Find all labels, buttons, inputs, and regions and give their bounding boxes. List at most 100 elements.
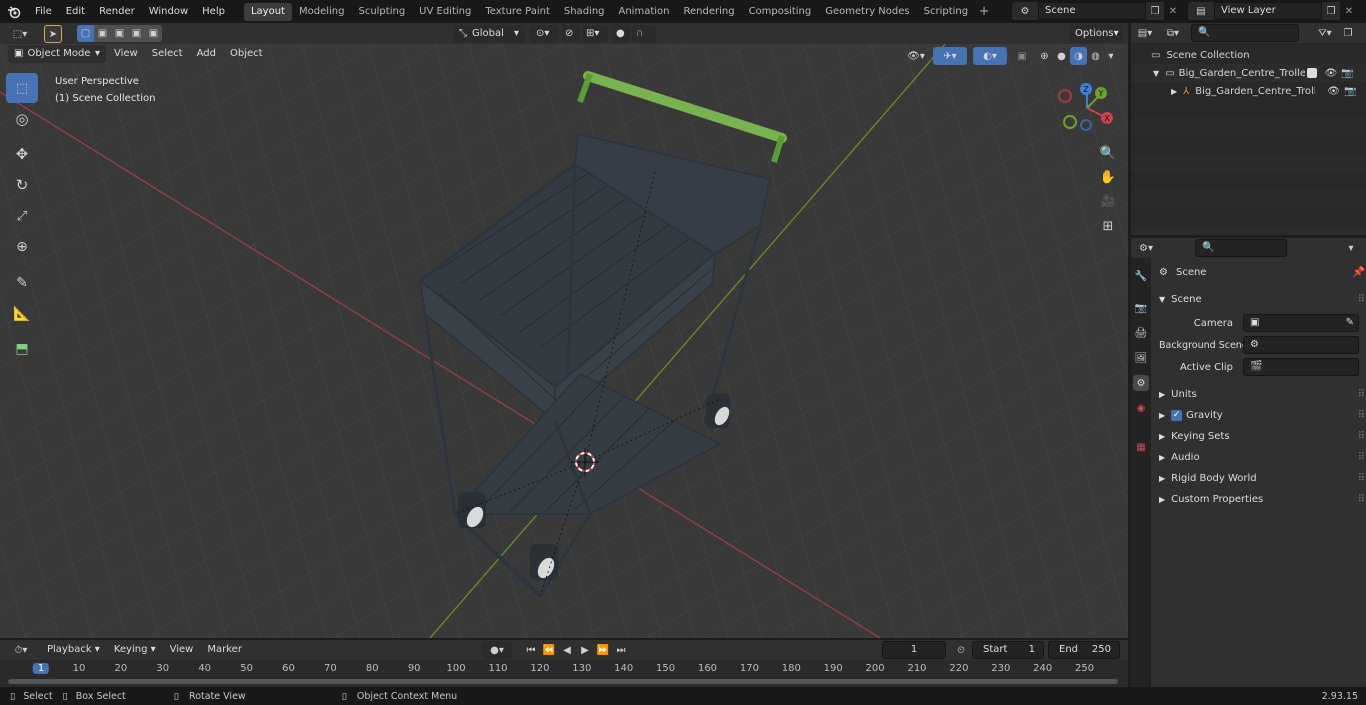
outliner-row-collection[interactable]: ▼ ▭ Big_Garden_Centre_Trolley_0 👁 📷	[1131, 64, 1366, 82]
texture-tab-icon[interactable]: ▦	[1133, 439, 1149, 455]
expand-down-icon[interactable]: ▼	[1153, 69, 1159, 78]
include-checkbox[interactable]	[1306, 68, 1317, 78]
timeline-editor-icon[interactable]: ⏱▾	[6, 641, 36, 659]
tab-uv-editing[interactable]: UV Editing	[412, 3, 478, 21]
menu-render[interactable]: Render	[92, 0, 142, 23]
eye-icon[interactable]: 👁	[1327, 86, 1340, 97]
new-collection-icon[interactable]: ❐	[1339, 24, 1357, 42]
view-layer-selector-icon[interactable]: ▤	[1188, 2, 1214, 20]
delete-scene-icon[interactable]: ✕	[1164, 2, 1182, 20]
tab-rendering[interactable]: Rendering	[676, 3, 741, 21]
view-layer-field[interactable]: View Layer	[1214, 2, 1322, 20]
outliner-editor-icon[interactable]: ▤▾	[1131, 24, 1159, 42]
tool-measure[interactable]: 📐	[6, 299, 38, 329]
wireframe-shading-icon[interactable]: ⊕	[1036, 47, 1053, 65]
expand-right-icon[interactable]: ▶	[1171, 87, 1177, 96]
mode-dropdown[interactable]: ▣ Object Mode ▾	[8, 45, 106, 63]
jump-keyframe-back-icon[interactable]: ⏪	[540, 641, 558, 659]
snap-target-dropdown[interactable]: ⊞▾	[582, 25, 608, 43]
tool-select-box[interactable]: ⬚	[6, 73, 38, 103]
tab-compositing[interactable]: Compositing	[742, 3, 819, 21]
gravity-checkbox[interactable]: ✓	[1171, 409, 1183, 421]
rigid-body-world-panel[interactable]: ▶ Rigid Body World ⠿	[1159, 468, 1365, 488]
select-invert-icon[interactable]: ▣	[128, 25, 145, 42]
blender-logo-icon[interactable]	[0, 0, 28, 23]
properties-search-input[interactable]: 🔍	[1195, 239, 1287, 257]
3d-viewport[interactable]: ⬚ ◎ ✥ ↻ ⤢ ⊕ ✎ 📐 ⬒ User Perspective (1) S…	[0, 44, 1128, 638]
jump-end-icon[interactable]: ⏭	[612, 641, 630, 659]
select-intersect-icon[interactable]: ▣	[145, 25, 162, 42]
filter-icon[interactable]: ⛛▾	[1311, 24, 1339, 42]
new-view-layer-icon[interactable]: ❐	[1322, 2, 1340, 20]
tab-geometry-nodes[interactable]: Geometry Nodes	[818, 3, 916, 21]
tool-rotate[interactable]: ↻	[6, 170, 38, 200]
outliner-row-object[interactable]: ▶ ⅄ Big_Garden_Centre_Trolli 👁 📷	[1131, 82, 1366, 100]
ortho-toggle-icon[interactable]: ⊞	[1097, 215, 1119, 237]
new-scene-icon[interactable]: ❐	[1146, 2, 1164, 20]
active-clip-field[interactable]: 🎬	[1243, 358, 1359, 376]
drag-handle-icon[interactable]: ⠿	[1358, 389, 1365, 400]
scene-field[interactable]: Scene	[1038, 2, 1146, 20]
tool-cursor[interactable]: ◎	[6, 104, 38, 134]
outliner-search-input[interactable]: 🔍	[1191, 24, 1299, 42]
keying-sets-panel[interactable]: ▶ Keying Sets ⠿	[1159, 426, 1365, 446]
tool-move[interactable]: ✥	[6, 139, 38, 169]
options-dropdown[interactable]: Options ▾	[1069, 25, 1123, 43]
preview-range-icon[interactable]: ⏲	[952, 641, 970, 659]
jump-keyframe-forward-icon[interactable]: ⏩	[594, 641, 612, 659]
jump-start-icon[interactable]: ⏮	[522, 641, 540, 659]
proportional-edit-toggle[interactable]: ●	[612, 25, 630, 43]
menu-window[interactable]: Window	[142, 0, 195, 23]
playback-menu[interactable]: Playback ▾	[40, 641, 107, 659]
tool-transform[interactable]: ⊕	[6, 232, 38, 262]
scene-panel-header[interactable]: ▼ Scene ⠿	[1159, 289, 1365, 309]
viewport-menu-select[interactable]: Select	[146, 45, 189, 63]
delete-view-layer-icon[interactable]: ✕	[1340, 2, 1358, 20]
menu-file[interactable]: File	[28, 0, 59, 23]
scene-selector-icon[interactable]: ⚙	[1012, 2, 1038, 20]
tab-scripting[interactable]: Scripting	[917, 3, 975, 21]
drag-handle-icon[interactable]: ⠿	[1358, 494, 1365, 505]
drag-handle-icon[interactable]: ⠿	[1358, 452, 1365, 463]
timeline-ruler[interactable]: 1 10 20 30 40 50 60 70 80 90 100 110 120 130 140 150 160…	[0, 660, 1128, 687]
tool-scale[interactable]: ⤢	[6, 201, 38, 231]
tab-shading[interactable]: Shading	[557, 3, 612, 21]
snap-toggle[interactable]: ⊘	[562, 25, 580, 43]
xray-toggle[interactable]: ▣	[1014, 47, 1030, 65]
viewport-menu-add[interactable]: Add	[191, 45, 222, 63]
zoom-icon[interactable]: 🔍	[1097, 142, 1119, 164]
tool-add-cube[interactable]: ⬒	[6, 334, 38, 364]
render-tab-icon[interactable]: 📷	[1133, 300, 1149, 316]
units-panel[interactable]: ▶ Units ⠿	[1159, 384, 1365, 404]
play-icon[interactable]: ▶	[576, 641, 594, 659]
tool-annotate[interactable]: ✎	[6, 268, 38, 298]
world-tab-icon[interactable]: ◉	[1133, 400, 1149, 416]
end-frame-field[interactable]: End 250	[1048, 641, 1120, 659]
record-icon[interactable]: ●▾	[482, 641, 512, 659]
properties-options-icon[interactable]: ▾	[1342, 239, 1360, 257]
pan-hand-icon[interactable]: ✋	[1097, 166, 1119, 188]
custom-properties-panel[interactable]: ▶ Custom Properties ⠿	[1159, 489, 1365, 509]
material-shading-icon[interactable]: ◑	[1070, 47, 1087, 65]
eyedropper-icon[interactable]: ✎	[1346, 315, 1354, 331]
navigation-gizmo[interactable]: Z Y X	[1055, 80, 1115, 140]
drag-handle-icon[interactable]: ⠿	[1358, 473, 1365, 484]
drag-handle-icon[interactable]: ⠿	[1358, 410, 1365, 421]
pin-icon[interactable]: 📌	[1353, 267, 1365, 278]
tab-texture-paint[interactable]: Texture Paint	[478, 3, 557, 21]
camera-field[interactable]: ▣ ✎	[1243, 314, 1359, 332]
marker-menu[interactable]: Marker	[200, 641, 249, 659]
play-reverse-icon[interactable]: ◀	[558, 641, 576, 659]
select-new-icon[interactable]: ▢	[77, 25, 94, 42]
tab-animation[interactable]: Animation	[612, 3, 677, 21]
select-extend-icon[interactable]: ▣	[94, 25, 111, 42]
camera-render-icon[interactable]: 📷	[1344, 86, 1356, 97]
camera-view-icon[interactable]: 🎥	[1097, 190, 1119, 212]
shading-options-icon[interactable]: ▾	[1104, 47, 1118, 65]
tool-tab-icon[interactable]: 🔧	[1133, 268, 1149, 284]
falloff-dropdown[interactable]: ∩	[632, 25, 656, 43]
viewport-menu-view[interactable]: View	[108, 45, 144, 63]
start-frame-field[interactable]: Start 1	[972, 641, 1044, 659]
tab-modeling[interactable]: Modeling	[292, 3, 352, 21]
drag-handle-icon[interactable]: ⠿	[1358, 294, 1365, 305]
